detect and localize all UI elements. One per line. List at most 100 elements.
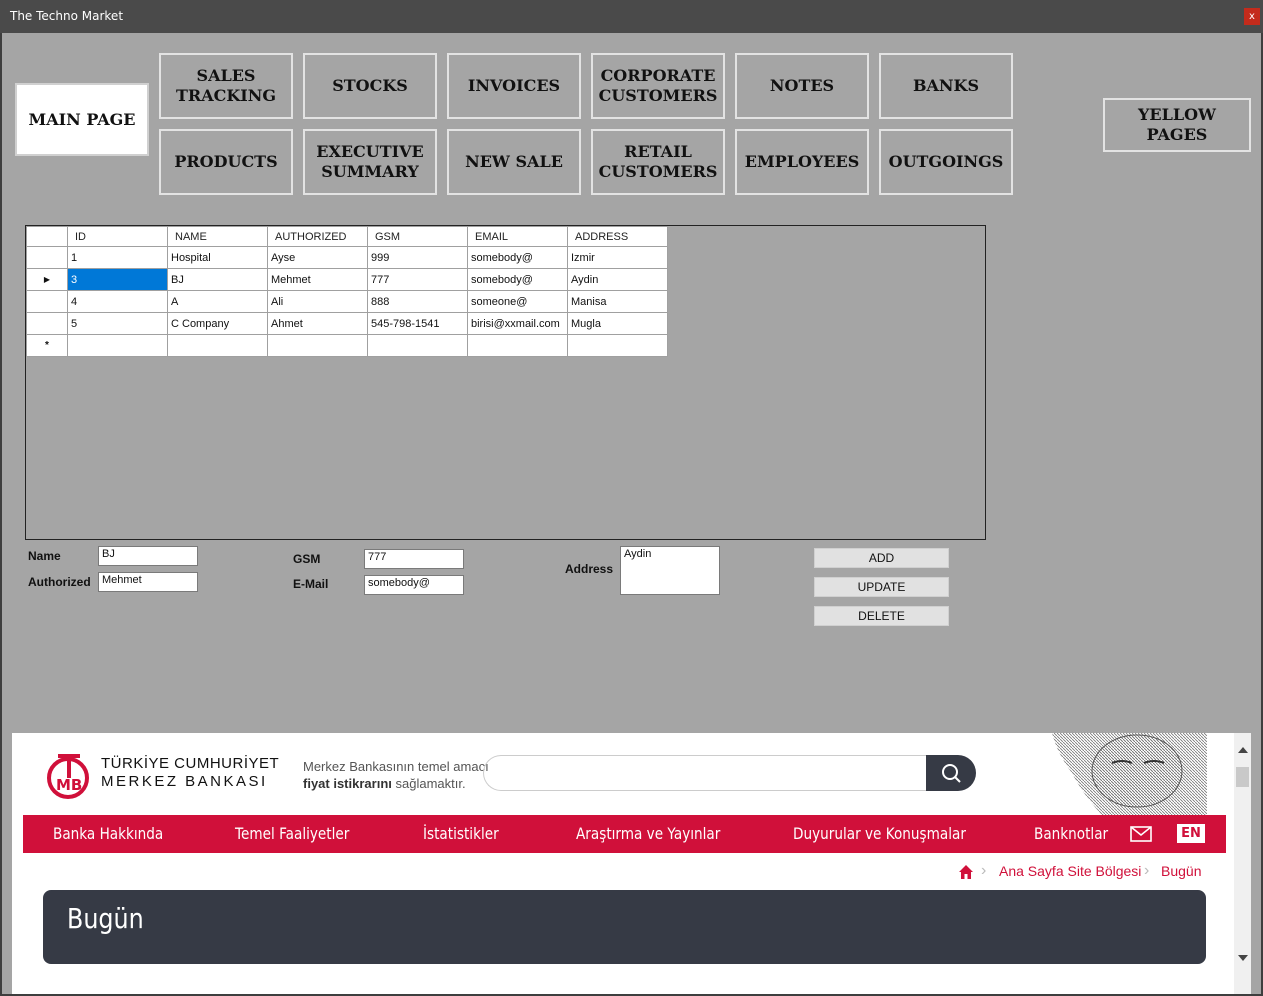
page-heading: Bugün: [67, 902, 144, 935]
row-header[interactable]: [26, 312, 68, 335]
table-row[interactable]: 5 C Company Ahmet 545-798-1541 birisi@xx…: [26, 312, 668, 335]
breadcrumb-home-link[interactable]: Ana Sayfa Site Bölgesi: [999, 863, 1141, 879]
tagline-rest: sağlamaktır.: [391, 776, 466, 791]
update-button[interactable]: UPDATE: [814, 577, 949, 597]
close-button[interactable]: x: [1244, 8, 1260, 25]
column-header-authorized[interactable]: AUTHORIZED: [267, 226, 368, 247]
language-toggle-en[interactable]: EN: [1177, 824, 1205, 843]
cell-id[interactable]: 4: [67, 290, 168, 313]
name-field[interactable]: BJ: [98, 546, 198, 566]
row-header[interactable]: [26, 290, 68, 313]
new-row-asterisk-icon[interactable]: *: [26, 334, 68, 357]
email-field[interactable]: somebody@: [364, 575, 464, 595]
sales-tracking-button[interactable]: SALES TRACKING: [159, 53, 293, 119]
cell-gsm[interactable]: 545-798-1541: [367, 312, 468, 335]
cell-name[interactable]: A: [167, 290, 268, 313]
breadcrumb-current: Bugün: [1161, 863, 1202, 879]
table-row[interactable]: 4 A Ali 888 someone@ Manisa: [26, 290, 668, 313]
customers-grid[interactable]: ID NAME AUTHORIZED GSM EMAIL ADDRESS 1 H…: [25, 225, 986, 540]
cell-name[interactable]: Hospital: [167, 246, 268, 269]
cell-id[interactable]: 5: [67, 312, 168, 335]
scroll-thumb[interactable]: [1236, 767, 1249, 787]
cell-address[interactable]: Manisa: [567, 290, 668, 313]
new-sale-button[interactable]: NEW SALE: [447, 129, 581, 195]
cell-name[interactable]: [167, 334, 268, 357]
table-row[interactable]: 1 Hospital Ayse 999 somebody@ Izmir: [26, 246, 668, 269]
cell-gsm[interactable]: [367, 334, 468, 357]
cell-id[interactable]: 3: [67, 268, 168, 291]
cell-authorized[interactable]: Mehmet: [267, 268, 368, 291]
cell-authorized[interactable]: Ahmet: [267, 312, 368, 335]
menu-item-banknotlar[interactable]: Banknotlar: [1034, 824, 1108, 843]
authorized-field[interactable]: Mehmet: [98, 572, 198, 592]
column-header-id[interactable]: ID: [67, 226, 168, 247]
cell-name[interactable]: BJ: [167, 268, 268, 291]
column-header-gsm[interactable]: GSM: [367, 226, 468, 247]
title-bar: The Techno Market x: [0, 0, 1263, 33]
outgoings-button[interactable]: OUTGOINGS: [879, 129, 1013, 195]
scroll-down-arrow-icon[interactable]: [1238, 955, 1248, 961]
column-header-address[interactable]: ADDRESS: [567, 226, 668, 247]
new-row[interactable]: *: [26, 334, 668, 357]
tcmb-logo-icon: MB: [47, 754, 89, 799]
table-row-selected[interactable]: ▶ 3 BJ Mehmet 777 somebody@ Aydin: [26, 268, 668, 291]
site-search-button[interactable]: [926, 755, 976, 791]
menu-item-temel-faaliyetler[interactable]: Temel Faaliyetler: [235, 824, 349, 843]
cell-authorized[interactable]: Ali: [267, 290, 368, 313]
cell-email[interactable]: someone@: [467, 290, 568, 313]
notes-button[interactable]: NOTES: [735, 53, 869, 119]
corporate-customers-button[interactable]: CORPORATE CUSTOMERS: [591, 53, 725, 119]
web-browser-panel[interactable]: MB TÜRKİYE CUMHURİYET MERKEZ BANKASI Mer…: [12, 733, 1251, 994]
menu-item-duyurular[interactable]: Duyurular ve Konuşmalar: [793, 824, 966, 843]
address-field[interactable]: Aydin: [620, 546, 720, 595]
cell-address[interactable]: Izmir: [567, 246, 668, 269]
menu-item-arastirma[interactable]: Araştırma ve Yayınlar: [576, 824, 720, 843]
employees-button[interactable]: EMPLOYEES: [735, 129, 869, 195]
row-header[interactable]: [26, 246, 68, 269]
web-scrollbar[interactable]: [1234, 733, 1251, 994]
executive-summary-button[interactable]: EXECUTIVE SUMMARY: [303, 129, 437, 195]
gsm-field[interactable]: 777: [364, 549, 464, 569]
cell-id[interactable]: [67, 334, 168, 357]
tagline-line-2: fiyat istikrarını sağlamaktır.: [303, 775, 489, 792]
mail-icon[interactable]: [1130, 826, 1152, 842]
cell-gsm[interactable]: 888: [367, 290, 468, 313]
cell-authorized[interactable]: Ayse: [267, 246, 368, 269]
cell-address[interactable]: Mugla: [567, 312, 668, 335]
cell-email[interactable]: somebody@: [467, 268, 568, 291]
menu-item-banka-hakkinda[interactable]: Banka Hakkında: [53, 824, 163, 843]
logo-title: TÜRKİYE CUMHURİYET MERKEZ BANKASI: [101, 755, 279, 791]
invoices-button[interactable]: INVOICES: [447, 53, 581, 119]
yellow-pages-button[interactable]: YELLOW PAGES: [1103, 98, 1251, 152]
banks-button[interactable]: BANKS: [879, 53, 1013, 119]
column-header-email[interactable]: EMAIL: [467, 226, 568, 247]
retail-customers-button[interactable]: RETAIL CUSTOMERS: [591, 129, 725, 195]
main-page-button[interactable]: MAIN PAGE: [15, 83, 149, 156]
cell-authorized[interactable]: [267, 334, 368, 357]
home-icon[interactable]: [958, 864, 974, 880]
cell-name[interactable]: C Company: [167, 312, 268, 335]
cell-address[interactable]: Aydin: [567, 268, 668, 291]
current-row-arrow-icon[interactable]: ▶: [26, 268, 68, 291]
breadcrumb-separator-icon: ›: [1144, 862, 1150, 879]
menu-item-istatistikler[interactable]: İstatistikler: [423, 824, 499, 843]
cell-email[interactable]: [467, 334, 568, 357]
scroll-up-arrow-icon[interactable]: [1238, 747, 1248, 753]
cell-address[interactable]: [567, 334, 668, 357]
authorized-label: Authorized: [28, 575, 91, 589]
products-button[interactable]: PRODUCTS: [159, 129, 293, 195]
cell-email[interactable]: birisi@xxmail.com: [467, 312, 568, 335]
delete-button[interactable]: DELETE: [814, 606, 949, 626]
logo-line-2: MERKEZ BANKASI: [101, 773, 268, 790]
add-button[interactable]: ADD: [814, 548, 949, 568]
window-title: The Techno Market: [10, 9, 124, 23]
tagline-line-1: Merkez Bankasının temel amacı: [303, 759, 489, 774]
cell-gsm[interactable]: 999: [367, 246, 468, 269]
site-search-input[interactable]: [483, 755, 927, 791]
cell-gsm[interactable]: 777: [367, 268, 468, 291]
cell-id[interactable]: 1: [67, 246, 168, 269]
column-header-name[interactable]: NAME: [167, 226, 268, 247]
ataturk-portrait-image: [1052, 733, 1207, 815]
cell-email[interactable]: somebody@: [467, 246, 568, 269]
stocks-button[interactable]: STOCKS: [303, 53, 437, 119]
